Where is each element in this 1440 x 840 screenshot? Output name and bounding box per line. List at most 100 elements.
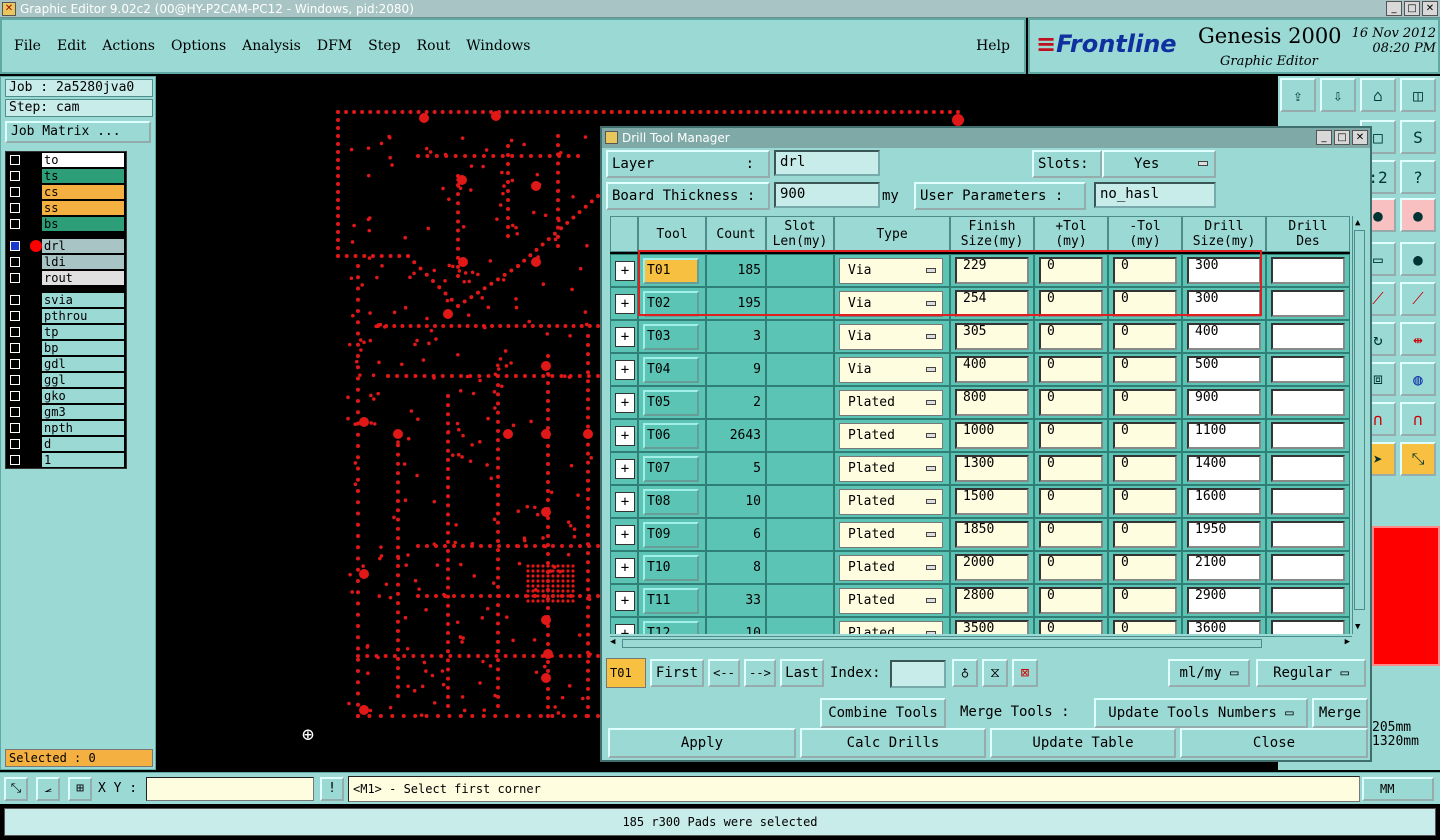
drill-des-input[interactable] bbox=[1271, 323, 1345, 350]
layer-row-gko[interactable]: gko bbox=[6, 388, 126, 404]
layer-row-ss[interactable]: ss bbox=[6, 200, 126, 216]
board-thickness-input[interactable]: 900 bbox=[774, 182, 880, 208]
vertical-scrollbar[interactable]: ▲ ▼ bbox=[1352, 216, 1366, 634]
close-window-button[interactable]: ✕ bbox=[1422, 1, 1438, 16]
type-select[interactable]: Via bbox=[839, 291, 943, 317]
drill-size-input[interactable]: 3600 bbox=[1187, 620, 1261, 634]
menu-dfm[interactable]: DFM bbox=[317, 38, 352, 54]
xy-input[interactable] bbox=[146, 777, 314, 801]
menu-actions[interactable]: Actions bbox=[102, 38, 155, 54]
drill-size-input[interactable]: 300 bbox=[1187, 290, 1261, 317]
dialog-close-button[interactable]: ✕ bbox=[1352, 130, 1368, 145]
plus-tol-input[interactable]: 0 bbox=[1039, 356, 1103, 383]
finish-size-input[interactable]: 229 bbox=[955, 257, 1029, 284]
row-expand-icon[interactable]: + bbox=[615, 261, 635, 281]
row-expand-icon[interactable]: + bbox=[615, 327, 635, 347]
layer-checkbox[interactable] bbox=[10, 375, 20, 385]
type-select[interactable]: Plated bbox=[839, 390, 943, 416]
row-expand-icon[interactable]: + bbox=[615, 459, 635, 479]
row-expand-icon[interactable]: + bbox=[615, 624, 635, 634]
layer-row-bp[interactable]: bp bbox=[6, 340, 126, 356]
finish-size-input[interactable]: 1000 bbox=[955, 422, 1029, 449]
layer-row-tp[interactable]: tp bbox=[6, 324, 126, 340]
drill-size-input[interactable]: 500 bbox=[1187, 356, 1261, 383]
units-option[interactable]: ml/my ▭ bbox=[1168, 659, 1250, 687]
type-select[interactable]: Plated bbox=[839, 489, 943, 515]
menu-step[interactable]: Step bbox=[368, 38, 400, 54]
layer-row-svia[interactable]: svia bbox=[6, 292, 126, 308]
plus-tol-input[interactable]: 0 bbox=[1039, 422, 1103, 449]
close-button[interactable]: Close bbox=[1180, 728, 1368, 758]
next-button[interactable]: --> bbox=[744, 659, 776, 687]
type-select[interactable]: Plated bbox=[839, 522, 943, 548]
drill-size-input[interactable]: 900 bbox=[1187, 389, 1261, 416]
layer-checkbox[interactable] bbox=[10, 359, 20, 369]
drill-des-input[interactable] bbox=[1271, 455, 1345, 482]
drill-size-input[interactable]: 2100 bbox=[1187, 554, 1261, 581]
layer-checkbox[interactable] bbox=[10, 311, 20, 321]
mode-option[interactable]: Regular ▭ bbox=[1256, 659, 1366, 687]
plus-tol-input[interactable]: 0 bbox=[1039, 257, 1103, 284]
row-expand-icon[interactable]: + bbox=[615, 492, 635, 512]
merge-option-select[interactable]: Update Tools Numbers ▭ bbox=[1094, 698, 1308, 728]
layer-checkbox[interactable] bbox=[10, 295, 20, 305]
alert-icon[interactable]: ! bbox=[320, 777, 344, 801]
calc-drills-button[interactable]: Calc Drills bbox=[800, 728, 986, 758]
mirror-icon[interactable]: ⇹ bbox=[1400, 322, 1436, 356]
layer-checkbox[interactable] bbox=[10, 343, 20, 353]
row-expand-icon[interactable]: + bbox=[615, 591, 635, 611]
merge-button[interactable]: Merge bbox=[1312, 698, 1368, 728]
row-expand-icon[interactable]: + bbox=[615, 426, 635, 446]
dialog-minimize-button[interactable]: _ bbox=[1316, 130, 1332, 145]
line-blue-icon[interactable]: ⟋ bbox=[1400, 282, 1436, 316]
minus-tol-input[interactable]: 0 bbox=[1113, 521, 1177, 548]
plus-tol-input[interactable]: 0 bbox=[1039, 455, 1103, 482]
dialog-maximize-button[interactable]: □ bbox=[1334, 130, 1350, 145]
plus-tol-input[interactable]: 0 bbox=[1039, 521, 1103, 548]
finish-size-input[interactable]: 400 bbox=[955, 356, 1029, 383]
last-button[interactable]: Last bbox=[780, 659, 824, 687]
delete-icon[interactable]: ⊠ bbox=[1012, 659, 1038, 687]
layer-row-gdl[interactable]: gdl bbox=[6, 356, 126, 372]
finish-size-input[interactable]: 800 bbox=[955, 389, 1029, 416]
layer-checkbox[interactable] bbox=[10, 203, 20, 213]
home-icon[interactable]: ⌂ bbox=[1360, 78, 1396, 112]
layer-row-bs[interactable]: bs bbox=[6, 216, 126, 232]
row-expand-icon[interactable]: + bbox=[615, 558, 635, 578]
minus-tol-input[interactable]: 0 bbox=[1113, 587, 1177, 614]
plus-tol-input[interactable]: 0 bbox=[1039, 389, 1103, 416]
menu-analysis[interactable]: Analysis bbox=[242, 38, 301, 54]
layer-checkbox[interactable] bbox=[10, 407, 20, 417]
finish-size-input[interactable]: 1300 bbox=[955, 455, 1029, 482]
window-layout-icon[interactable]: ◫ bbox=[1400, 78, 1436, 112]
minus-tol-input[interactable]: 0 bbox=[1113, 257, 1177, 284]
drill-size-input[interactable]: 2900 bbox=[1187, 587, 1261, 614]
layer-row-1[interactable]: 1 bbox=[6, 452, 126, 468]
menu-windows[interactable]: Windows bbox=[466, 38, 530, 54]
drill-size-input[interactable]: 1400 bbox=[1187, 455, 1261, 482]
type-select[interactable]: Via bbox=[839, 258, 943, 284]
finish-size-input[interactable]: 1500 bbox=[955, 488, 1029, 515]
layer-checkbox[interactable] bbox=[10, 155, 20, 165]
first-button[interactable]: First bbox=[650, 659, 704, 687]
arch-alt-icon[interactable]: ∩ bbox=[1400, 402, 1436, 436]
slots-select[interactable]: Yes bbox=[1102, 150, 1216, 178]
layer-checkbox[interactable] bbox=[10, 187, 20, 197]
layer-checkbox[interactable] bbox=[10, 171, 20, 181]
circles-icon[interactable]: ◍ bbox=[1400, 362, 1436, 396]
plus-tol-input[interactable]: 0 bbox=[1039, 620, 1103, 634]
layer-checkbox[interactable] bbox=[10, 257, 20, 267]
upload-icon[interactable]: ⇪ bbox=[1280, 78, 1316, 112]
menu-edit[interactable]: Edit bbox=[57, 38, 86, 54]
drill-size-input[interactable]: 1600 bbox=[1187, 488, 1261, 515]
filter-icon[interactable]: ⧖ bbox=[982, 659, 1008, 687]
layer-checkbox[interactable] bbox=[10, 455, 20, 465]
layer-checkbox[interactable] bbox=[10, 391, 20, 401]
type-select[interactable]: Plated bbox=[839, 555, 943, 581]
snap-icon[interactable]: S bbox=[1400, 120, 1436, 154]
horizontal-scrollbar[interactable]: ◀ ▶ bbox=[610, 636, 1352, 650]
drill-des-input[interactable] bbox=[1271, 356, 1345, 383]
layer-row-npth[interactable]: npth bbox=[6, 420, 126, 436]
layer-checkbox[interactable] bbox=[10, 439, 20, 449]
drill-des-input[interactable] bbox=[1271, 389, 1345, 416]
